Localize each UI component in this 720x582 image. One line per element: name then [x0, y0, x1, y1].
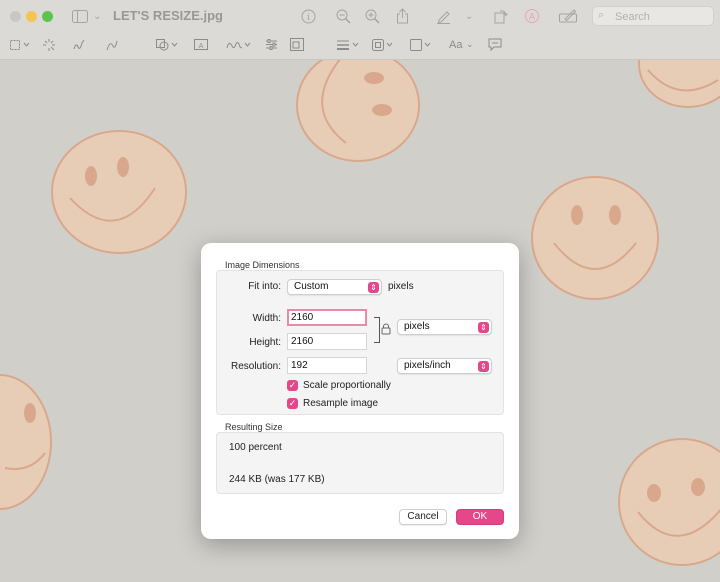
chevron-up-down-icon: ⇕	[368, 282, 379, 293]
zoom-window-button[interactable]	[42, 11, 53, 22]
cancel-button[interactable]: Cancel	[399, 509, 447, 525]
chevron-up-down-icon: ⇕	[478, 322, 489, 333]
fit-into-unit: pixels	[388, 281, 414, 292]
resample-image-label: Resample image	[303, 398, 379, 409]
svg-text:A: A	[199, 42, 204, 50]
minimize-window-button[interactable]	[26, 11, 37, 22]
smiley-face-4	[531, 176, 659, 300]
resulting-size-label: Resulting Size	[225, 422, 283, 432]
svg-text:A: A	[529, 13, 536, 23]
search-input[interactable]	[613, 8, 713, 26]
fit-into-label: Fit into:	[248, 281, 281, 292]
signature-icon[interactable]	[226, 38, 252, 55]
width-field[interactable]: 2160	[287, 309, 367, 326]
smiley-face-2	[296, 60, 420, 162]
smiley-face-1	[51, 130, 187, 254]
proportion-bracket	[374, 317, 380, 343]
image-dimensions-label: Image Dimensions	[225, 260, 300, 270]
chevron-down-icon[interactable]: ⌄	[93, 10, 101, 24]
resulting-size-group: 100 percent 244 KB (was 177 KB)	[216, 432, 504, 494]
sketch-icon[interactable]	[72, 38, 86, 55]
resample-image-checkbox[interactable]: ✓	[287, 398, 298, 409]
scale-proportionally-checkbox[interactable]: ✓	[287, 380, 298, 391]
smiley-face-5	[0, 374, 52, 510]
markup-pen-icon[interactable]	[436, 9, 451, 27]
search-field[interactable]: ⌕	[592, 6, 714, 26]
highlight-icon[interactable]: A	[524, 8, 540, 27]
image-resize-dialog: Image Dimensions Fit into: Custom ⇕ pixe…	[201, 243, 519, 539]
lock-icon[interactable]	[381, 322, 391, 340]
image-dimensions-group: Fit into: Custom ⇕ pixels Width: 2160 He…	[216, 270, 504, 415]
text-style-icon[interactable]: Aa	[449, 38, 462, 52]
resulting-file-size: 244 KB (was 177 KB)	[229, 474, 325, 485]
chevron-up-down-icon: ⇕	[478, 361, 489, 372]
scale-proportionally-label: Scale proportionally	[303, 380, 391, 391]
resolution-label: Resolution:	[230, 361, 281, 372]
height-label: Height:	[249, 337, 281, 348]
shape-style-icon[interactable]	[336, 38, 362, 55]
text-style-chevron-icon[interactable]: ⌄	[466, 37, 474, 51]
annotate-icon[interactable]	[488, 38, 502, 54]
smiley-face-3	[638, 60, 720, 108]
height-field[interactable]: 2160	[287, 333, 367, 350]
zoom-in-icon[interactable]	[365, 9, 380, 27]
text-box-icon[interactable]: A	[194, 38, 208, 54]
fill-color-icon[interactable]	[410, 38, 436, 55]
share-icon[interactable]	[396, 8, 409, 27]
ok-button[interactable]: OK	[456, 509, 504, 525]
info-icon[interactable]: i	[301, 9, 316, 27]
resolution-unit-value: pixels/inch	[404, 360, 451, 371]
instant-alpha-icon[interactable]	[42, 38, 56, 55]
close-window-button[interactable]	[10, 11, 21, 22]
rotate-icon[interactable]	[493, 8, 508, 27]
smiley-face-6	[618, 438, 720, 566]
title-bar: ⌄ LET'S RESIZE.jpg i ⌄ A ⌕	[0, 0, 720, 33]
resulting-percent: 100 percent	[229, 442, 282, 453]
width-label: Width:	[252, 313, 281, 324]
size-unit-value: pixels	[404, 321, 430, 332]
svg-text:i: i	[307, 13, 310, 23]
adjust-size-icon[interactable]	[290, 38, 304, 54]
fit-into-select[interactable]: Custom ⇕	[287, 279, 382, 295]
search-icon: ⌕	[598, 9, 605, 21]
selection-tool-icon[interactable]	[10, 39, 32, 54]
adjust-color-icon[interactable]	[265, 38, 278, 54]
fit-into-value: Custom	[294, 281, 329, 292]
border-color-icon[interactable]	[372, 38, 398, 55]
resolution-unit-select[interactable]: pixels/inch ⇕	[397, 358, 492, 374]
sidebar-toggle-icon[interactable]	[72, 10, 88, 26]
resolution-field[interactable]: 192	[287, 357, 367, 374]
form-filling-icon[interactable]	[559, 9, 577, 26]
markup-chevron-down-icon[interactable]: ⌄	[465, 10, 473, 24]
window-title: LET'S RESIZE.jpg	[113, 8, 223, 23]
shapes-icon[interactable]	[156, 38, 180, 55]
size-unit-select[interactable]: pixels ⇕	[397, 319, 492, 335]
markup-toolbar: A Aa ⌄	[0, 33, 720, 60]
zoom-out-icon[interactable]	[336, 9, 351, 27]
draw-icon[interactable]	[105, 38, 119, 55]
